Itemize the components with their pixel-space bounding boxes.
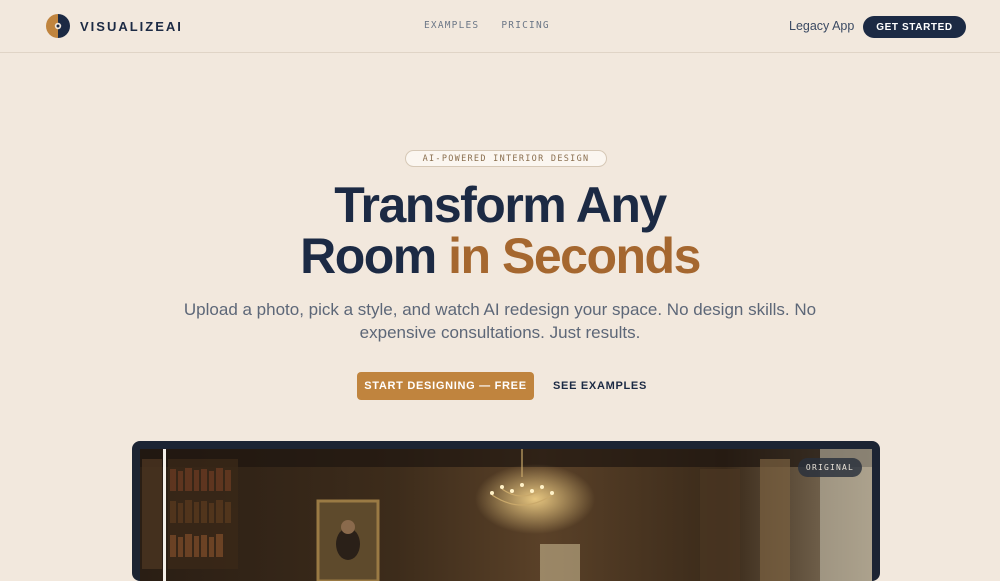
get-started-button[interactable]: GET STARTED xyxy=(863,16,966,38)
hero-headline: Transform Any Room in Seconds xyxy=(0,180,1000,282)
original-label: ORIGINAL xyxy=(798,458,862,477)
legacy-app-link[interactable]: Legacy App xyxy=(789,19,854,33)
before-after-preview[interactable]: ORIGINAL xyxy=(132,441,880,581)
nav-links: EXAMPLES PRICING xyxy=(424,20,550,31)
hero-subtitle: Upload a photo, pick a style, and watch … xyxy=(183,300,817,342)
nav-link-pricing[interactable]: PRICING xyxy=(501,20,549,31)
headline-line-1: Transform Any xyxy=(334,177,667,233)
comparison-slider-handle[interactable] xyxy=(163,449,166,581)
half-circle-eye-icon xyxy=(46,14,70,38)
brand[interactable]: VISUALIZEAI xyxy=(46,14,183,38)
headline-line-2b: in Seconds xyxy=(448,228,701,284)
top-nav: VISUALIZEAI EXAMPLES PRICING Legacy App … xyxy=(0,0,1000,53)
hero-badge: AI-POWERED INTERIOR DESIGN xyxy=(405,150,607,167)
nav-link-examples[interactable]: EXAMPLES xyxy=(424,20,479,31)
start-designing-button[interactable]: START DESIGNING — FREE xyxy=(357,372,534,400)
see-examples-button[interactable]: SEE EXAMPLES xyxy=(548,372,652,400)
brand-name: VISUALIZEAI xyxy=(80,18,183,34)
room-photo xyxy=(140,449,872,581)
headline-line-2a: Room xyxy=(300,228,437,284)
